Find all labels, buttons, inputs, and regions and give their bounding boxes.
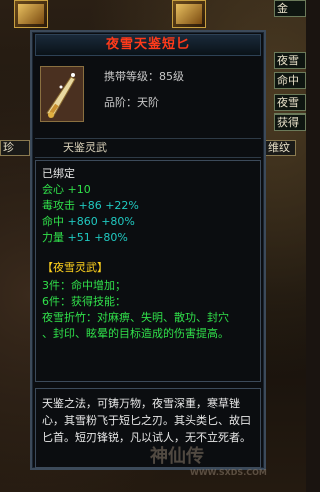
stat-label: 命中 xyxy=(42,215,64,228)
stat-bonus: +80% xyxy=(94,231,128,244)
watermark: 神仙传 WWW.SXDS.COM xyxy=(150,442,300,482)
stat-row: 毒攻击 +86 +22% xyxy=(42,199,139,212)
stat-label: 会心 xyxy=(42,183,64,196)
dagger-icon xyxy=(40,66,84,122)
stat-row: 会心 +10 xyxy=(42,183,91,196)
item-tooltip: 夜雪天鉴短匕 携带等级：85级 品阶：天阶 天鉴灵武 已绑定 会心 +10 毒攻… xyxy=(30,30,266,470)
stat-label: 力量 xyxy=(42,231,64,244)
item-grade: 品阶：天阶 xyxy=(104,96,159,109)
set-name: 【夜雪灵武】 xyxy=(42,261,108,274)
stat-row: 命中 +860 +80% xyxy=(42,215,135,228)
right-panel-item[interactable]: 夜雪 xyxy=(274,94,306,111)
bound-status: 已绑定 xyxy=(42,167,75,180)
stat-value: +86 xyxy=(78,199,102,212)
tab-left[interactable]: 珍 xyxy=(0,140,30,156)
right-panel-item[interactable]: 金 xyxy=(274,0,306,17)
right-panel-item[interactable]: 获得 xyxy=(274,114,306,131)
stat-value: +51 xyxy=(67,231,91,244)
item-subtitle: 天鉴灵武 xyxy=(35,138,261,158)
right-panel: 金 夜雪 命中 夜雪 命中 获得 xyxy=(272,0,306,492)
stat-bonus: +80% xyxy=(101,215,135,228)
item-slot-icon[interactable] xyxy=(14,0,48,28)
stats-section: 已绑定 会心 +10 毒攻击 +86 +22% 命中 +860 +80% 力量 … xyxy=(35,160,261,382)
set-bonus-6: 6件：获得技能： xyxy=(42,295,126,308)
skill-description: 夜雪折竹：对麻痹、失明、散功、封穴 xyxy=(42,311,229,324)
set-bonus-3: 3件：命中增加； xyxy=(42,279,126,292)
tab-right[interactable]: 维纹 xyxy=(262,140,296,156)
watermark-url: WWW.SXDS.COM xyxy=(190,468,267,477)
watermark-title: 神仙传 xyxy=(150,446,204,467)
right-panel-item[interactable]: 命中 xyxy=(274,72,306,89)
item-title: 夜雪天鉴短匕 xyxy=(35,34,261,56)
stat-value: +10 xyxy=(67,183,91,196)
stat-value: +860 xyxy=(67,215,98,228)
carry-level: 携带等级：85级 xyxy=(104,70,184,83)
flavor-text: 天鉴之法，可铸万物，夜雪深重，寒草锉心，其雪粉飞于短匕之刃。其头类匕、故曰匕首。… xyxy=(42,397,251,444)
right-panel-item[interactable]: 夜雪 xyxy=(274,52,306,69)
stat-label: 毒攻击 xyxy=(42,199,75,212)
item-slot-icon[interactable] xyxy=(172,0,206,28)
stat-bonus: +22% xyxy=(105,199,139,212)
skill-description: 、封印、眩晕的目标造成的伤害提高。 xyxy=(42,327,229,340)
stat-row: 力量 +51 +80% xyxy=(42,231,128,244)
